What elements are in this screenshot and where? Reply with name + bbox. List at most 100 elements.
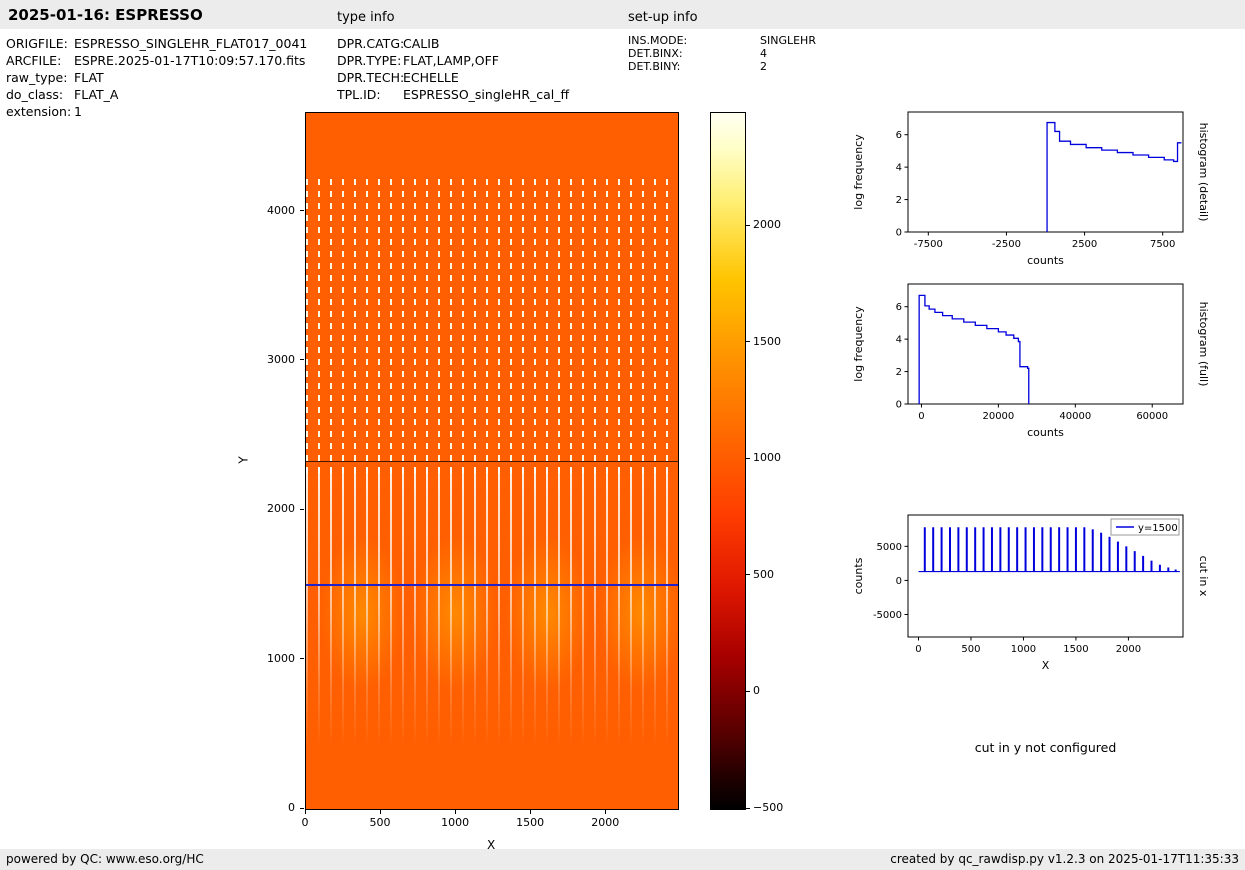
meta-detbinx-value: 4 bbox=[760, 47, 767, 60]
svg-text:log frequency: log frequency bbox=[852, 306, 865, 382]
detector-gap-line bbox=[306, 461, 678, 462]
meta-origfile-key: ORIGFILE: bbox=[6, 36, 68, 51]
raw-frame-image bbox=[305, 112, 679, 810]
header-bar: 2025-01-16: ESPRESSO type info set-up in… bbox=[0, 0, 1245, 29]
echelle-order-stripes-layer bbox=[306, 468, 678, 748]
meta-origfile-value: ESPRESSO_SINGLEHR_FLAT017_0041 bbox=[74, 36, 308, 51]
svg-text:20000: 20000 bbox=[982, 411, 1014, 422]
svg-text:histogram (detail): histogram (detail) bbox=[1197, 123, 1210, 222]
main-xtick-mark bbox=[604, 810, 606, 814]
meta-extension: extension: 1 bbox=[6, 104, 82, 119]
meta-extension-value: 1 bbox=[74, 104, 82, 119]
meta-extension-key: extension: bbox=[6, 104, 72, 119]
svg-text:1000: 1000 bbox=[1011, 644, 1036, 655]
setup-info-heading: set-up info bbox=[628, 10, 698, 25]
svg-text:-7500: -7500 bbox=[914, 239, 943, 250]
meta-arcfile-key: ARCFILE: bbox=[6, 53, 62, 68]
svg-text:X: X bbox=[1042, 659, 1050, 672]
meta-doclass-key: do_class: bbox=[6, 87, 64, 102]
colorbar-tick-mark bbox=[746, 341, 750, 343]
svg-text:6: 6 bbox=[896, 302, 902, 313]
svg-text:60000: 60000 bbox=[1136, 411, 1168, 422]
svg-text:2: 2 bbox=[896, 195, 902, 206]
main-xtick-mark bbox=[529, 810, 531, 814]
svg-text:5000: 5000 bbox=[877, 542, 902, 553]
footer-qc-link[interactable]: powered by QC: www.eso.org/HC bbox=[6, 852, 204, 866]
cut-position-line bbox=[306, 584, 678, 586]
meta-rawtype-value: FLAT bbox=[74, 70, 104, 85]
main-xtick-label: 1500 bbox=[516, 816, 545, 829]
main-xtick-label: 1000 bbox=[441, 816, 470, 829]
meta-tplid-key: TPL.ID: bbox=[337, 87, 381, 102]
svg-text:cut in x: cut in x bbox=[1197, 556, 1210, 597]
colorbar-tick-mark bbox=[746, 574, 750, 576]
meta-rawtype-key: raw_type: bbox=[6, 70, 68, 85]
meta-dprtech: DPR.TECH:ECHELLE bbox=[337, 70, 459, 85]
histogram-detail-chart: -7500 -2500 2500 7500 0 2 4 6 counts log frequenc… bbox=[852, 111, 1210, 267]
main-ytick-mark bbox=[300, 658, 304, 660]
meta-doclass-value: FLAT_A bbox=[74, 87, 119, 102]
colorbar-tick-label: 2000 bbox=[753, 218, 781, 232]
main-xtick-mark bbox=[454, 810, 456, 814]
footer-created-by: created by qc_rawdisp.py v1.2.3 on 2025-… bbox=[890, 852, 1239, 866]
main-xtick-label: 500 bbox=[369, 816, 391, 829]
svg-text:500: 500 bbox=[961, 644, 980, 655]
cut-in-y-note: cut in y not configured bbox=[974, 740, 1117, 755]
colorbar-tick-label: 0 bbox=[753, 684, 760, 698]
svg-text:counts: counts bbox=[852, 557, 865, 594]
main-xtick-mark bbox=[379, 810, 381, 814]
meta-dprcatg: DPR.CATG:CALIB bbox=[337, 36, 440, 51]
main-ytick-mark bbox=[300, 807, 304, 809]
meta-dprtech-value: ECHELLE bbox=[403, 70, 459, 85]
svg-text:0: 0 bbox=[918, 411, 924, 422]
svg-text:4: 4 bbox=[896, 335, 902, 346]
svg-text:0: 0 bbox=[896, 576, 902, 587]
svg-text:1500: 1500 bbox=[1063, 644, 1088, 655]
colorbar-tick-label: 1000 bbox=[753, 451, 781, 465]
colorbar-tick-label: 500 bbox=[753, 567, 774, 581]
colorbar-tick-label: 1500 bbox=[753, 334, 781, 348]
meta-insmode: INS.MODE: SINGLEHR bbox=[628, 34, 816, 47]
svg-text:counts: counts bbox=[1027, 426, 1064, 439]
meta-arcfile-value: ESPRE.2025-01-17T10:09:57.170.fits bbox=[74, 53, 306, 68]
meta-tplid-value: ESPRESSO_singleHR_cal_ff bbox=[403, 87, 570, 102]
colorbar-tick-mark bbox=[746, 690, 750, 692]
svg-text:40000: 40000 bbox=[1059, 411, 1091, 422]
svg-text:counts: counts bbox=[1027, 254, 1064, 267]
echelle-order-dashes-layer bbox=[306, 179, 678, 477]
meta-doclass: do_class: FLAT_A bbox=[6, 87, 118, 102]
svg-text:6: 6 bbox=[896, 130, 902, 141]
type-info-heading: type info bbox=[337, 10, 395, 25]
meta-arcfile: ARCFILE: ESPRE.2025-01-17T10:09:57.170.fi… bbox=[6, 53, 305, 68]
meta-origfile: ORIGFILE: ESPRESSO_SINGLEHR_FLAT017_0041 bbox=[6, 36, 307, 51]
svg-text:0: 0 bbox=[896, 400, 902, 411]
meta-rawtype: raw_type: FLAT bbox=[6, 70, 104, 85]
main-xtick-label: 0 bbox=[301, 816, 309, 829]
meta-detbiny-key: DET.BINY: bbox=[628, 60, 681, 73]
main-plot-ylabel: Y bbox=[236, 456, 251, 464]
colorbar bbox=[710, 112, 746, 810]
main-ytick-label: 0 bbox=[288, 801, 295, 814]
meta-dprcatg-value: CALIB bbox=[403, 36, 440, 51]
meta-dprtype-key: DPR.TYPE: bbox=[337, 53, 402, 68]
svg-text:y=1500: y=1500 bbox=[1138, 523, 1178, 534]
main-ytick-mark bbox=[300, 508, 304, 510]
svg-text:2: 2 bbox=[896, 367, 902, 378]
main-ytick-mark bbox=[300, 210, 304, 212]
svg-text:log frequency: log frequency bbox=[852, 134, 865, 210]
colorbar-tick-label: −500 bbox=[753, 801, 784, 814]
colorbar-tick-mark bbox=[746, 807, 750, 809]
meta-dprtech-key: DPR.TECH: bbox=[337, 70, 405, 85]
meta-detbiny: DET.BINY: 2 bbox=[628, 60, 767, 73]
histogram-full-chart: 0 20000 40000 60000 0 2 4 6 counts log frequency h… bbox=[852, 283, 1210, 439]
meta-insmode-value: SINGLEHR bbox=[760, 34, 816, 47]
svg-text:0: 0 bbox=[915, 644, 921, 655]
main-ytick-label: 4000 bbox=[267, 203, 295, 217]
main-ytick-label: 2000 bbox=[267, 502, 295, 516]
meta-detbiny-value: 2 bbox=[760, 60, 767, 73]
meta-tplid: TPL.ID: ESPRESSO_singleHR_cal_ff bbox=[337, 87, 569, 102]
svg-text:histogram (full): histogram (full) bbox=[1197, 302, 1210, 387]
svg-text:4: 4 bbox=[896, 163, 902, 174]
svg-text:0: 0 bbox=[896, 228, 902, 239]
main-xtick-mark bbox=[304, 810, 306, 814]
